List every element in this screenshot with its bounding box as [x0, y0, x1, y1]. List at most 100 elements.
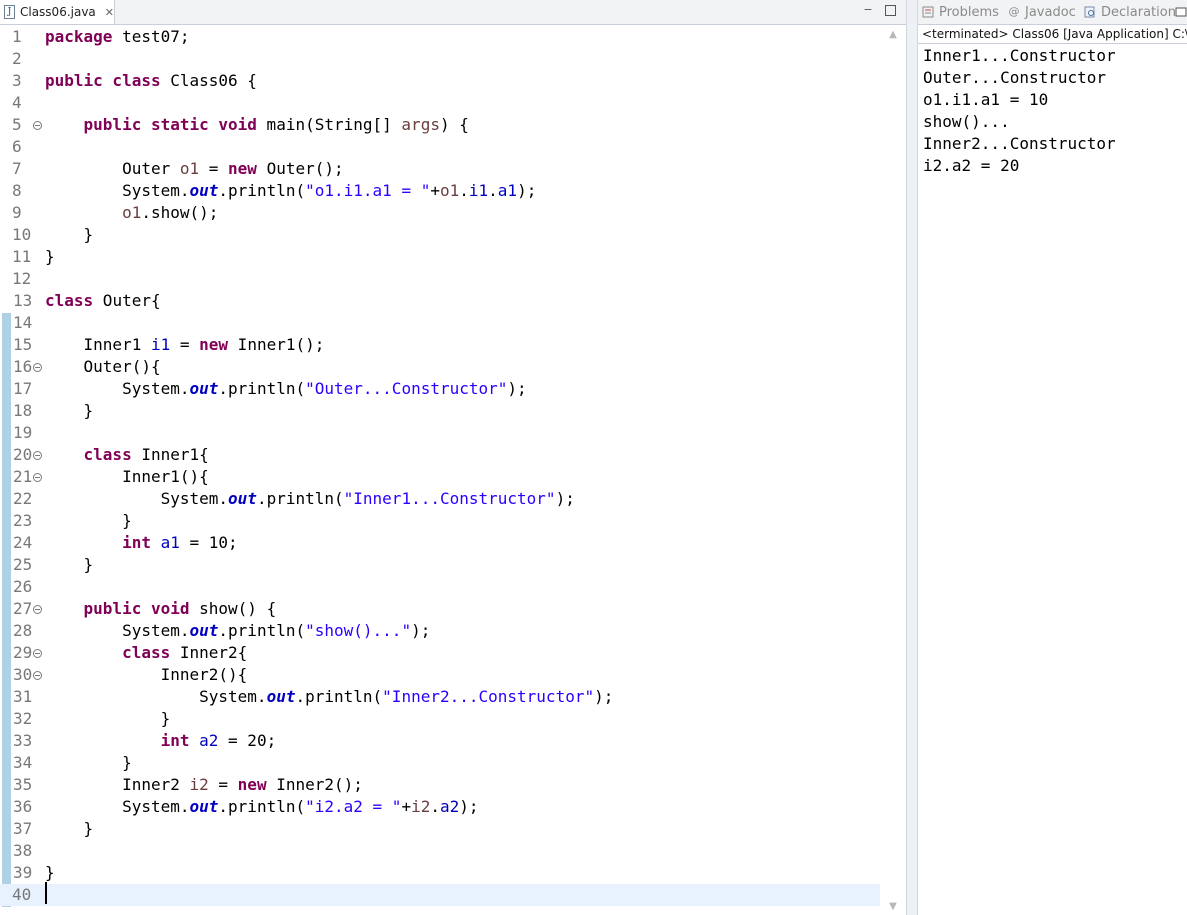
code-line[interactable]: 29 class Inner2{	[0, 642, 880, 664]
code-line[interactable]: 28 System.out.println("show()...");	[0, 620, 880, 642]
code-line[interactable]: 40	[0, 884, 880, 906]
code-token: .println(	[218, 621, 306, 640]
code-line[interactable]: 3 public class Class06 {	[0, 70, 880, 92]
code-editor[interactable]: J Class06.java ✕ − 1 package test07; 2 3 pub…	[0, 0, 906, 915]
console-output-line: Outer...Constructor	[923, 68, 1107, 87]
line-number: 34	[13, 753, 33, 772]
code-line[interactable]: 6	[0, 136, 880, 158]
code-line[interactable]: 24 int a1 = 10;	[0, 532, 880, 554]
tab-declaration[interactable]: Declaration	[1084, 0, 1176, 24]
code-token: =	[170, 335, 200, 354]
code-text: }	[45, 224, 94, 246]
code-line[interactable]: 22 System.out.println("Inner1...Construc…	[0, 488, 880, 510]
fold-toggle-icon[interactable]	[33, 473, 42, 482]
code-line[interactable]: 7 Outer o1 = new Outer();	[0, 158, 880, 180]
line-number: 39	[13, 863, 33, 882]
code-token: .	[459, 181, 469, 200]
code-line[interactable]: 23 }	[0, 510, 880, 532]
code-line[interactable]: 2	[0, 48, 880, 70]
code-token: }	[45, 225, 94, 244]
code-line[interactable]: 15 Inner1 i1 = new Inner1();	[0, 334, 880, 356]
line-number: 35	[13, 775, 33, 794]
code-token: );	[594, 687, 614, 706]
code-line[interactable]: 12	[0, 268, 880, 290]
code-line[interactable]: 35 Inner2 i2 = new Inner2();	[0, 774, 880, 796]
code-text: }	[45, 510, 132, 532]
editor-tab-bar: J Class06.java ✕ −	[0, 0, 906, 25]
fold-toggle-icon[interactable]	[33, 363, 42, 372]
code-token: .show();	[141, 203, 219, 222]
code-line[interactable]: 27 public void show() {	[0, 598, 880, 620]
code-token: );	[459, 797, 479, 816]
code-line[interactable]: 26	[0, 576, 880, 598]
code-line[interactable]: 37 }	[0, 818, 880, 840]
tab-class06-java[interactable]: J Class06.java ✕	[0, 0, 115, 24]
fold-toggle-icon[interactable]	[33, 121, 42, 130]
code-token: .println(	[218, 181, 306, 200]
scroll-up-icon[interactable]: ▲	[886, 30, 900, 40]
code-line[interactable]: 32 }	[0, 708, 880, 730]
code-line[interactable]: 25 }	[0, 554, 880, 576]
code-token: "Inner1...Constructor"	[343, 489, 556, 508]
code-line[interactable]: 21 Inner1(){	[0, 466, 880, 488]
fold-toggle-icon[interactable]	[33, 649, 42, 658]
line-number: 31	[13, 687, 33, 706]
code-token: System.	[45, 687, 267, 706]
tab-javadoc-label: Javadoc	[1025, 4, 1076, 20]
minimize-icon[interactable]: −	[862, 4, 874, 16]
code-line[interactable]: 4	[0, 92, 880, 114]
tab-problems[interactable]: Problems	[922, 0, 999, 24]
pane-splitter[interactable]	[906, 0, 918, 915]
code-token: package	[45, 27, 113, 46]
tab-javadoc[interactable]: @ Javadoc	[1008, 0, 1076, 24]
code-line[interactable]: 13 class Outer{	[0, 290, 880, 312]
code-line[interactable]: 1 package test07;	[0, 26, 880, 48]
code-line[interactable]: 17 System.out.println("Outer...Construct…	[0, 378, 880, 400]
code-line[interactable]: 11}	[0, 246, 880, 268]
code-area[interactable]: 1 package test07; 2 3 public class Class06 {…	[0, 26, 880, 915]
fold-toggle-icon[interactable]	[33, 671, 42, 680]
code-text: }	[45, 554, 94, 576]
code-token: = 20;	[218, 731, 277, 750]
code-token: class	[45, 291, 94, 310]
console-icon[interactable]	[1175, 0, 1187, 24]
code-token: ) {	[439, 115, 469, 134]
fold-toggle-icon[interactable]	[33, 451, 42, 460]
line-number: 28	[13, 621, 33, 640]
console-view[interactable]: Problems @ Javadoc Declaration <terminat…	[918, 0, 1187, 915]
code-token: Outer{	[93, 291, 161, 310]
code-line[interactable]: 5 public static void main(String[] args)…	[0, 114, 880, 136]
code-line[interactable]: 33 int a2 = 20;	[0, 730, 880, 752]
code-line[interactable]: 9 o1.show();	[0, 202, 880, 224]
code-token: a1	[497, 181, 518, 200]
code-line[interactable]: 38	[0, 840, 880, 862]
code-line[interactable]: 16 Outer(){	[0, 356, 880, 378]
code-line[interactable]: 31 System.out.println("Inner2...Construc…	[0, 686, 880, 708]
scroll-down-icon[interactable]: ▼	[886, 902, 900, 912]
fold-toggle-icon[interactable]	[33, 605, 42, 614]
console-output-line: show()...	[923, 112, 1010, 131]
code-token: new	[237, 775, 267, 794]
code-token: Outer	[45, 159, 180, 178]
code-text: Inner1 i1 = new Inner1();	[45, 334, 325, 356]
close-icon[interactable]: ✕	[105, 6, 114, 19]
code-line[interactable]: 39}	[0, 862, 880, 884]
code-text: }	[45, 752, 132, 774]
code-line[interactable]: 20 class Inner1{	[0, 444, 880, 466]
code-line[interactable]: 14	[0, 312, 880, 334]
code-line[interactable]: 34 }	[0, 752, 880, 774]
maximize-icon[interactable]	[885, 5, 896, 16]
code-line[interactable]: 36 System.out.println("i2.a2 = "+i2.a2);	[0, 796, 880, 818]
code-line[interactable]: 19	[0, 422, 880, 444]
code-token: out	[189, 181, 219, 200]
code-line[interactable]: 10 }	[0, 224, 880, 246]
vertical-scrollbar[interactable]: ▲ ▼	[880, 26, 906, 915]
code-line[interactable]: 8 System.out.println("o1.i1.a1 = "+o1.i1…	[0, 180, 880, 202]
code-line[interactable]: 30 Inner2(){	[0, 664, 880, 686]
code-token: System.	[45, 797, 190, 816]
code-line[interactable]: 18 }	[0, 400, 880, 422]
